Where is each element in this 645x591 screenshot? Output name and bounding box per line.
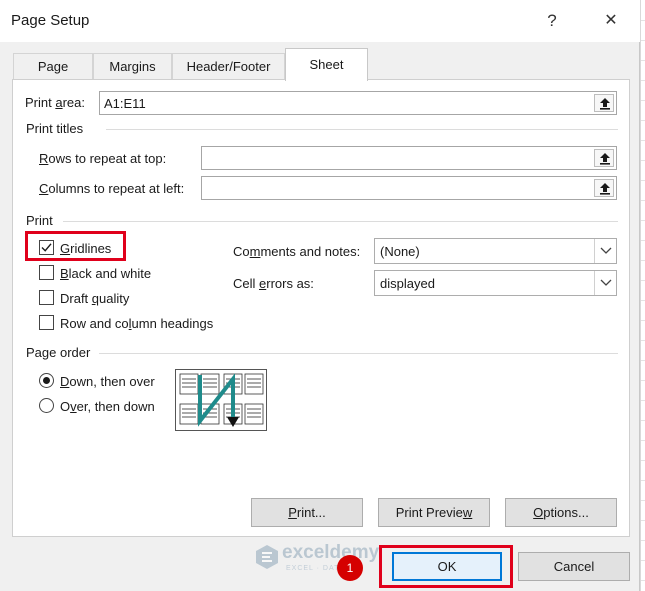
- print-area-input[interactable]: A1:E11: [99, 91, 617, 115]
- print-area-label: Print area:: [25, 95, 85, 110]
- black-and-white-checkbox[interactable]: [39, 265, 54, 280]
- cell-errors-label: Cell errors as:: [233, 276, 314, 291]
- page-order-separator: [99, 353, 618, 354]
- over-then-down-label: Over, then down: [60, 399, 155, 414]
- chevron-down-icon: [600, 279, 612, 286]
- tab-page[interactable]: Page: [13, 53, 93, 79]
- print-separator: [63, 221, 618, 222]
- print-titles-separator: [106, 129, 618, 130]
- black-and-white-label: Black and white: [60, 266, 152, 281]
- page-order-heading: Page order: [26, 345, 91, 360]
- close-button[interactable]: ✕: [597, 8, 625, 34]
- columns-to-repeat-label: Columns to repeat at left:: [39, 181, 185, 196]
- print-area-collapse-button[interactable]: [594, 94, 614, 112]
- exceldemy-watermark: exceldemy EXCEL · DATA · BI: [252, 540, 382, 580]
- collapse-arrow-icon: [600, 153, 610, 165]
- rows-collapse-button[interactable]: [594, 149, 614, 167]
- tab-header-footer[interactable]: Header/Footer: [172, 53, 285, 79]
- cell-errors-dropdown-button[interactable]: [594, 271, 616, 295]
- sheet-tab-panel: Print area: A1:E11 Print titles Rows to …: [12, 79, 630, 537]
- draft-quality-checkbox[interactable]: [39, 290, 54, 305]
- row-column-headings-label: Row and column headings: [60, 316, 214, 331]
- cell-errors-value: displayed: [380, 276, 435, 291]
- row-column-headings-checkbox[interactable]: [39, 315, 54, 330]
- watermark-name: exceldemy: [282, 542, 380, 563]
- rows-to-repeat-input[interactable]: [201, 146, 617, 170]
- columns-collapse-button[interactable]: [594, 179, 614, 197]
- gridlines-highlight-box: [25, 231, 126, 261]
- print-heading: Print: [26, 213, 53, 228]
- print-button[interactable]: Print...: [251, 498, 363, 527]
- print-preview-button[interactable]: Print Preview: [378, 498, 490, 527]
- title-bar: Page Setup ? ✕: [0, 0, 640, 42]
- comments-notes-label: Comments and notes:: [233, 244, 361, 259]
- spreadsheet-background: [640, 0, 645, 591]
- exceldemy-logo-icon: [256, 545, 278, 569]
- collapse-arrow-icon: [600, 183, 610, 195]
- down-then-over-label: Down, then over: [60, 374, 155, 389]
- print-titles-heading: Print titles: [26, 121, 84, 136]
- cancel-button[interactable]: Cancel: [518, 552, 630, 581]
- over-then-down-radio[interactable]: [39, 398, 54, 413]
- help-button[interactable]: ?: [538, 8, 566, 34]
- collapse-arrow-icon: [600, 98, 610, 110]
- options-button[interactable]: Options...: [505, 498, 617, 527]
- page-setup-dialog: Page Setup ? ✕ Page Margins Header/Foote…: [0, 0, 640, 591]
- page-order-preview-icon: [175, 369, 267, 431]
- rows-to-repeat-label: Rows to repeat at top:: [39, 151, 167, 166]
- comments-dropdown-button[interactable]: [594, 239, 616, 263]
- tab-margins[interactable]: Margins: [93, 53, 172, 79]
- step-number-badge: 1: [337, 555, 363, 581]
- down-then-over-radio[interactable]: [39, 373, 54, 388]
- chevron-down-icon: [600, 247, 612, 254]
- tab-sheet[interactable]: Sheet: [285, 48, 368, 81]
- print-area-value: A1:E11: [104, 96, 146, 111]
- comments-notes-select[interactable]: (None): [374, 238, 617, 264]
- cell-errors-select[interactable]: displayed: [374, 270, 617, 296]
- columns-to-repeat-input[interactable]: [201, 176, 617, 200]
- comments-notes-value: (None): [380, 244, 420, 259]
- draft-quality-label: Draft quality: [60, 291, 130, 306]
- dialog-title: Page Setup: [11, 12, 90, 29]
- ok-highlight-box: [379, 545, 513, 588]
- radio-selected-dot: [43, 377, 50, 384]
